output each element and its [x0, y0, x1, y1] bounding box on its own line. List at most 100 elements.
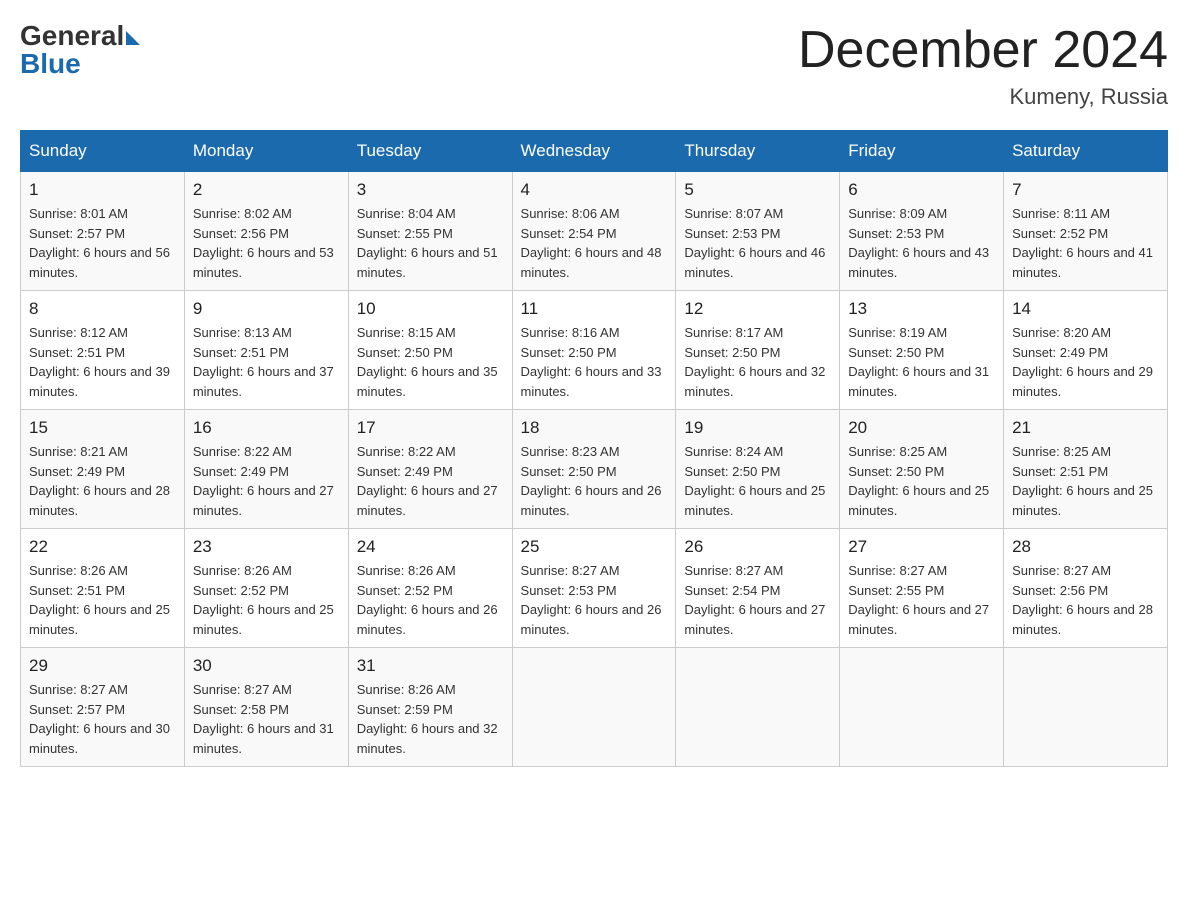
- day-info: Sunrise: 8:21 AMSunset: 2:49 PMDaylight:…: [29, 442, 176, 520]
- calendar-cell: 12 Sunrise: 8:17 AMSunset: 2:50 PMDayligh…: [676, 291, 840, 410]
- day-info: Sunrise: 8:26 AMSunset: 2:59 PMDaylight:…: [357, 680, 504, 758]
- weekday-header-monday: Monday: [184, 131, 348, 172]
- weekday-header-saturday: Saturday: [1004, 131, 1168, 172]
- logo-blue-text: Blue: [20, 48, 81, 80]
- day-number: 28: [1012, 537, 1159, 557]
- day-info: Sunrise: 8:02 AMSunset: 2:56 PMDaylight:…: [193, 204, 340, 282]
- day-info: Sunrise: 8:17 AMSunset: 2:50 PMDaylight:…: [684, 323, 831, 401]
- day-number: 24: [357, 537, 504, 557]
- calendar-week-1: 1Sunrise: 8:01 AMSunset: 2:57 PMDaylight…: [21, 172, 1168, 291]
- calendar-week-2: 8 Sunrise: 8:12 AMSunset: 2:51 PMDaylight…: [21, 291, 1168, 410]
- day-number: 30: [193, 656, 340, 676]
- day-number: 9: [193, 299, 340, 319]
- calendar-cell: 6 Sunrise: 8:09 AMSunset: 2:53 PMDaylight…: [840, 172, 1004, 291]
- weekday-header-tuesday: Tuesday: [348, 131, 512, 172]
- day-number: 17: [357, 418, 504, 438]
- calendar-week-4: 22Sunrise: 8:26 AMSunset: 2:51 PMDayligh…: [21, 529, 1168, 648]
- day-number: 8: [29, 299, 176, 319]
- day-number: 4: [521, 180, 668, 200]
- calendar-cell: 11 Sunrise: 8:16 AMSunset: 2:50 PMDayligh…: [512, 291, 676, 410]
- day-info: Sunrise: 8:27 AMSunset: 2:56 PMDaylight:…: [1012, 561, 1159, 639]
- calendar-cell: 22Sunrise: 8:26 AMSunset: 2:51 PMDayligh…: [21, 529, 185, 648]
- day-info: Sunrise: 8:27 AMSunset: 2:54 PMDaylight:…: [684, 561, 831, 639]
- day-info: Sunrise: 8:20 AMSunset: 2:49 PMDaylight:…: [1012, 323, 1159, 401]
- calendar-cell: 29 Sunrise: 8:27 AMSunset: 2:57 PMDayligh…: [21, 648, 185, 767]
- day-info: Sunrise: 8:27 AMSunset: 2:57 PMDaylight:…: [29, 680, 176, 758]
- day-number: 14: [1012, 299, 1159, 319]
- day-info: Sunrise: 8:22 AMSunset: 2:49 PMDaylight:…: [357, 442, 504, 520]
- calendar-cell: 27Sunrise: 8:27 AMSunset: 2:55 PMDayligh…: [840, 529, 1004, 648]
- calendar-cell: 3Sunrise: 8:04 AMSunset: 2:55 PMDaylight…: [348, 172, 512, 291]
- calendar-cell: 16Sunrise: 8:22 AMSunset: 2:49 PMDayligh…: [184, 410, 348, 529]
- calendar-cell: 7Sunrise: 8:11 AMSunset: 2:52 PMDaylight…: [1004, 172, 1168, 291]
- calendar-cell: 23 Sunrise: 8:26 AMSunset: 2:52 PMDayligh…: [184, 529, 348, 648]
- calendar-cell: 17 Sunrise: 8:22 AMSunset: 2:49 PMDayligh…: [348, 410, 512, 529]
- day-info: Sunrise: 8:12 AMSunset: 2:51 PMDaylight:…: [29, 323, 176, 401]
- day-number: 12: [684, 299, 831, 319]
- calendar-cell: [676, 648, 840, 767]
- calendar-cell: 30 Sunrise: 8:27 AMSunset: 2:58 PMDayligh…: [184, 648, 348, 767]
- location-text: Kumeny, Russia: [798, 84, 1168, 110]
- day-number: 2: [193, 180, 340, 200]
- page-header: General Blue December 2024 Kumeny, Russi…: [20, 20, 1168, 110]
- weekday-header-sunday: Sunday: [21, 131, 185, 172]
- day-number: 6: [848, 180, 995, 200]
- day-number: 31: [357, 656, 504, 676]
- calendar-cell: 24 Sunrise: 8:26 AMSunset: 2:52 PMDayligh…: [348, 529, 512, 648]
- day-number: 11: [521, 299, 668, 319]
- day-info: Sunrise: 8:26 AMSunset: 2:51 PMDaylight:…: [29, 561, 176, 639]
- day-number: 18: [521, 418, 668, 438]
- calendar-cell: 15Sunrise: 8:21 AMSunset: 2:49 PMDayligh…: [21, 410, 185, 529]
- day-number: 10: [357, 299, 504, 319]
- calendar-week-5: 29 Sunrise: 8:27 AMSunset: 2:57 PMDayligh…: [21, 648, 1168, 767]
- calendar-cell: [1004, 648, 1168, 767]
- day-info: Sunrise: 8:22 AMSunset: 2:49 PMDaylight:…: [193, 442, 340, 520]
- logo: General Blue: [20, 20, 140, 80]
- calendar-cell: 18 Sunrise: 8:23 AMSunset: 2:50 PMDayligh…: [512, 410, 676, 529]
- weekday-header-row: SundayMondayTuesdayWednesdayThursdayFrid…: [21, 131, 1168, 172]
- day-info: Sunrise: 8:23 AMSunset: 2:50 PMDaylight:…: [521, 442, 668, 520]
- day-info: Sunrise: 8:07 AMSunset: 2:53 PMDaylight:…: [684, 204, 831, 282]
- day-number: 7: [1012, 180, 1159, 200]
- day-number: 29: [29, 656, 176, 676]
- day-info: Sunrise: 8:26 AMSunset: 2:52 PMDaylight:…: [357, 561, 504, 639]
- calendar-week-3: 15Sunrise: 8:21 AMSunset: 2:49 PMDayligh…: [21, 410, 1168, 529]
- calendar-cell: 14 Sunrise: 8:20 AMSunset: 2:49 PMDayligh…: [1004, 291, 1168, 410]
- calendar-cell: 31 Sunrise: 8:26 AMSunset: 2:59 PMDayligh…: [348, 648, 512, 767]
- day-number: 27: [848, 537, 995, 557]
- day-number: 19: [684, 418, 831, 438]
- day-info: Sunrise: 8:26 AMSunset: 2:52 PMDaylight:…: [193, 561, 340, 639]
- calendar-cell: 1Sunrise: 8:01 AMSunset: 2:57 PMDaylight…: [21, 172, 185, 291]
- day-info: Sunrise: 8:16 AMSunset: 2:50 PMDaylight:…: [521, 323, 668, 401]
- day-number: 13: [848, 299, 995, 319]
- calendar-cell: 9 Sunrise: 8:13 AMSunset: 2:51 PMDaylight…: [184, 291, 348, 410]
- logo-arrow-icon: [126, 31, 140, 45]
- weekday-header-wednesday: Wednesday: [512, 131, 676, 172]
- day-number: 26: [684, 537, 831, 557]
- calendar-cell: [840, 648, 1004, 767]
- calendar-cell: 21Sunrise: 8:25 AMSunset: 2:51 PMDayligh…: [1004, 410, 1168, 529]
- day-number: 23: [193, 537, 340, 557]
- calendar-table: SundayMondayTuesdayWednesdayThursdayFrid…: [20, 130, 1168, 767]
- day-info: Sunrise: 8:15 AMSunset: 2:50 PMDaylight:…: [357, 323, 504, 401]
- day-info: Sunrise: 8:13 AMSunset: 2:51 PMDaylight:…: [193, 323, 340, 401]
- day-info: Sunrise: 8:25 AMSunset: 2:50 PMDaylight:…: [848, 442, 995, 520]
- weekday-header-friday: Friday: [840, 131, 1004, 172]
- day-number: 25: [521, 537, 668, 557]
- weekday-header-thursday: Thursday: [676, 131, 840, 172]
- calendar-cell: 13Sunrise: 8:19 AMSunset: 2:50 PMDayligh…: [840, 291, 1004, 410]
- calendar-cell: 10 Sunrise: 8:15 AMSunset: 2:50 PMDayligh…: [348, 291, 512, 410]
- calendar-cell: 20 Sunrise: 8:25 AMSunset: 2:50 PMDayligh…: [840, 410, 1004, 529]
- day-number: 20: [848, 418, 995, 438]
- day-info: Sunrise: 8:24 AMSunset: 2:50 PMDaylight:…: [684, 442, 831, 520]
- calendar-cell: 2 Sunrise: 8:02 AMSunset: 2:56 PMDaylight…: [184, 172, 348, 291]
- calendar-cell: 8 Sunrise: 8:12 AMSunset: 2:51 PMDaylight…: [21, 291, 185, 410]
- day-info: Sunrise: 8:06 AMSunset: 2:54 PMDaylight:…: [521, 204, 668, 282]
- day-info: Sunrise: 8:01 AMSunset: 2:57 PMDaylight:…: [29, 204, 176, 282]
- day-info: Sunrise: 8:27 AMSunset: 2:58 PMDaylight:…: [193, 680, 340, 758]
- day-number: 5: [684, 180, 831, 200]
- calendar-cell: 25Sunrise: 8:27 AMSunset: 2:53 PMDayligh…: [512, 529, 676, 648]
- calendar-cell: 28 Sunrise: 8:27 AMSunset: 2:56 PMDayligh…: [1004, 529, 1168, 648]
- day-info: Sunrise: 8:09 AMSunset: 2:53 PMDaylight:…: [848, 204, 995, 282]
- calendar-cell: 4 Sunrise: 8:06 AMSunset: 2:54 PMDaylight…: [512, 172, 676, 291]
